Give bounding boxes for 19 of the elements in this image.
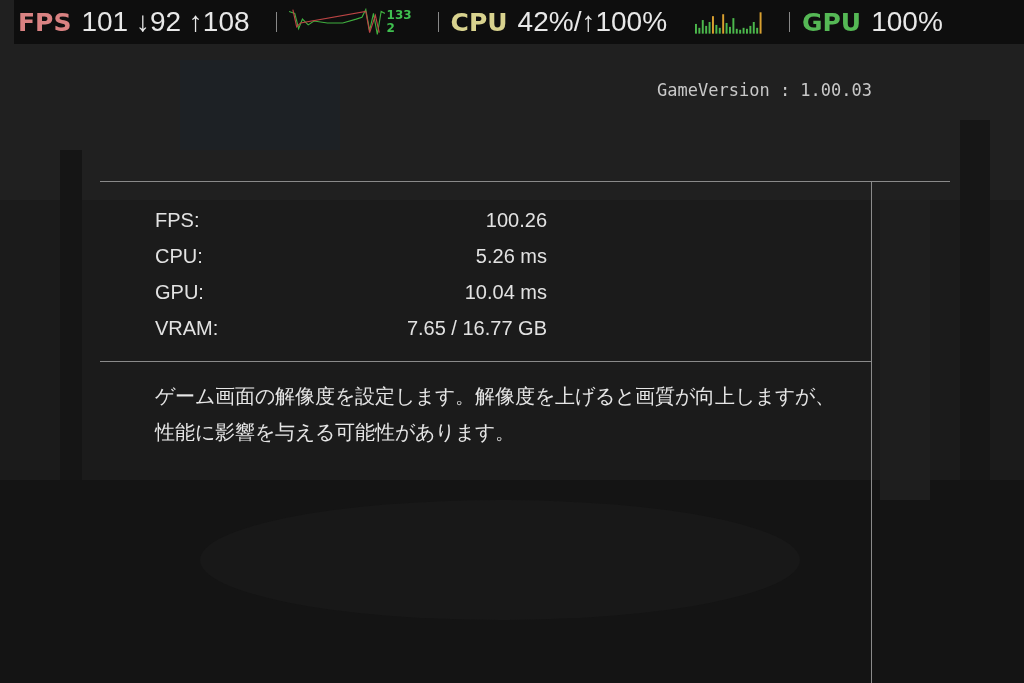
fps-reading: 101 ↓92 ↑108 [81,6,250,38]
cpu-label: CPU [450,7,508,37]
graph-max-value: 133 [386,9,412,22]
bar-graph-drawing [695,10,764,34]
stat-label: FPS: [155,208,200,232]
stat-label: VRAM: [155,316,219,340]
stat-value: 5.26 ms [475,244,547,268]
stat-value: 7.65 / 16.77 GB [406,316,547,340]
gpu-label: GPU [802,7,862,37]
game-version: GameVersion : 1.00.03 [657,80,872,100]
stat-label: GPU: [155,280,204,304]
cpu-reading: 42%/↑100% [517,6,668,38]
stat-value: 100.26 [485,208,547,232]
stat-label: CPU: [155,244,203,268]
graph-min-value: 2 [386,22,396,35]
stat-value: 10.04 ms [464,280,547,304]
description-text: ゲーム画面の解像度を設定します。解像度を上げると画質が向上しますが、性能に影響を与える可能性があります。 [155,383,836,446]
fps-label: FPS [18,7,72,37]
gpu-reading: 100% [871,6,943,38]
